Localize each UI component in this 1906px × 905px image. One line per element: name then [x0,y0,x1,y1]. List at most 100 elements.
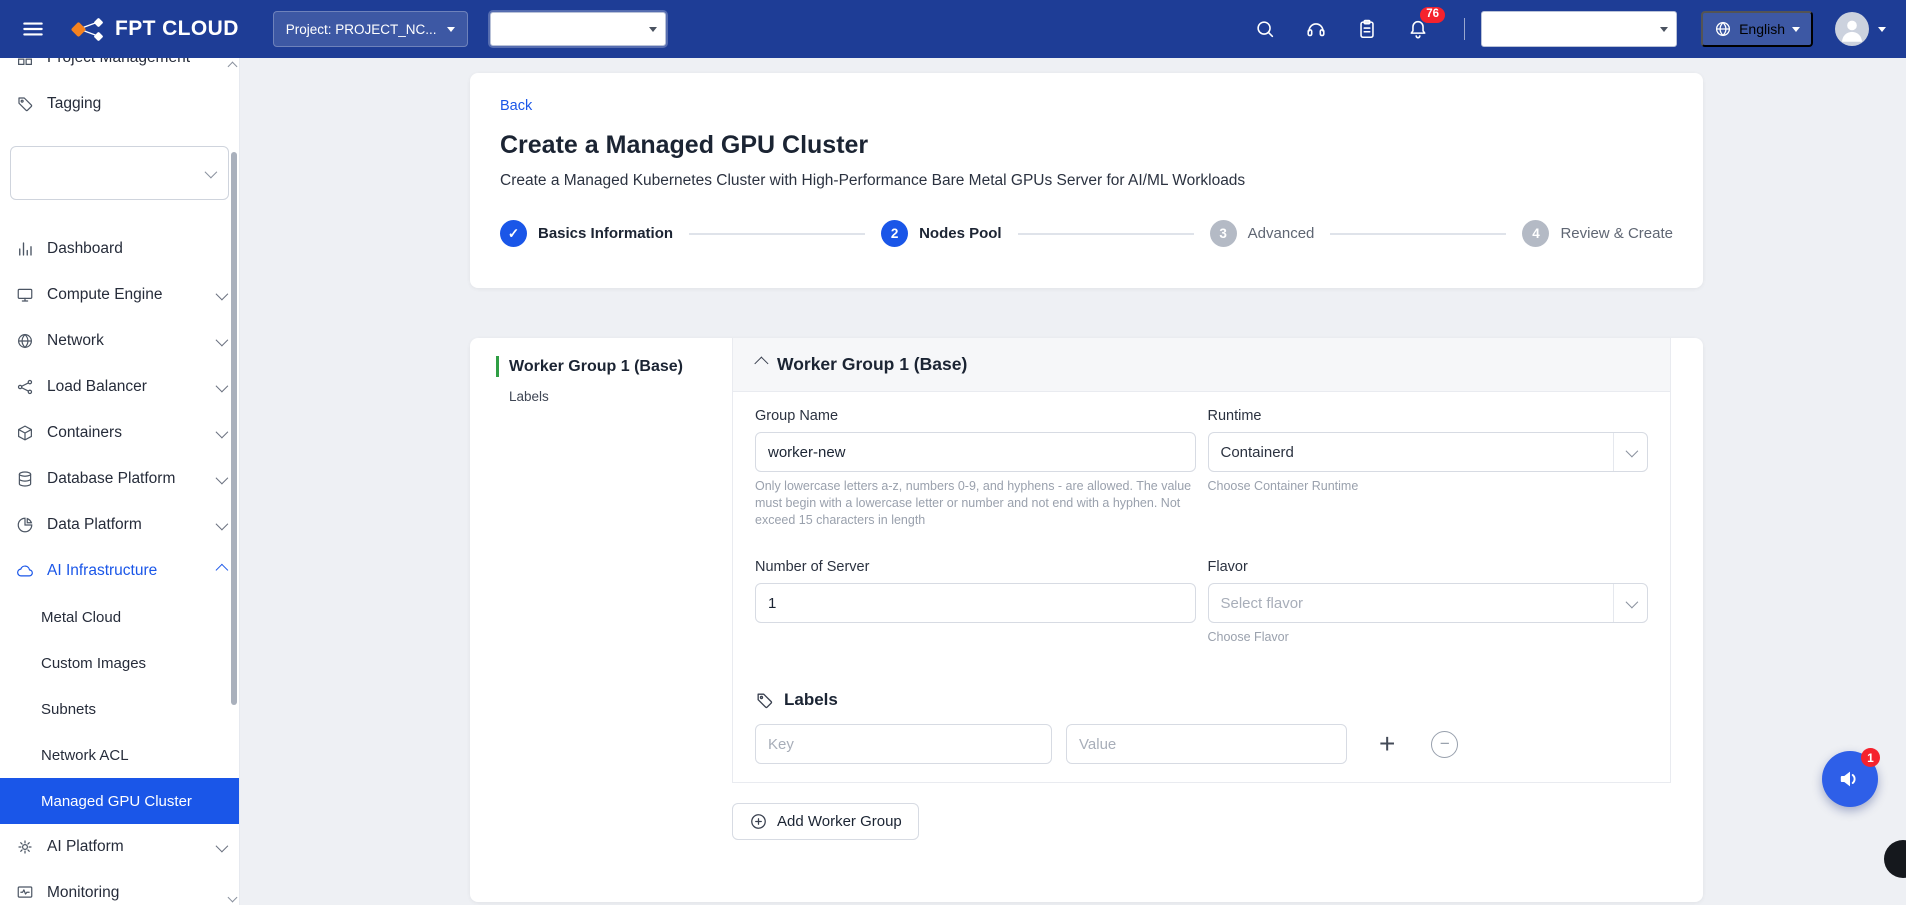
sidebar-item-compute-engine[interactable]: Compute Engine [0,272,239,318]
language-selector[interactable]: English [1701,11,1813,47]
add-label-button[interactable]: + [1379,730,1395,758]
dashboard-icon [16,240,34,258]
search-icon[interactable] [1253,17,1277,41]
announcements-fab[interactable]: 1 [1822,751,1878,807]
monitor-icon [16,286,34,304]
clipboard-icon[interactable] [1355,17,1379,41]
sidebar-item-tagging[interactable]: Tagging [0,81,239,127]
chevron-down-icon [216,471,229,484]
number-of-server-label: Number of Server [755,559,1196,575]
group-name-input[interactable] [755,432,1196,472]
project-selector[interactable]: Project: PROJECT_NC... [273,11,468,47]
chevron-down-icon [216,333,229,346]
topbar-search-select[interactable] [490,12,666,46]
runtime-label: Runtime [1208,408,1649,424]
sidebar-item-dashboard[interactable]: Dashboard [0,226,239,272]
chevron-down-icon [1792,27,1800,32]
worker-group-nav-labels[interactable]: Labels [509,389,732,404]
sidebar-item-network[interactable]: Network [0,318,239,364]
globe-icon [1714,20,1732,38]
megaphone-icon [1837,766,1863,792]
chevron-down-icon [216,287,229,300]
sidebar-item-label: Tagging [47,95,101,113]
sidebar-subitem-label: Metal Cloud [41,609,121,626]
step-basics-information[interactable]: ✓ Basics Information [500,220,673,247]
sidebar-item-label: Dashboard [47,240,123,258]
notification-count-badge: 76 [1420,7,1445,23]
avatar [1835,12,1869,46]
sidebar-subitem-label: Subnets [41,701,96,718]
sidebar-subitem-label: Custom Images [41,655,146,672]
load-balancer-icon [16,378,34,396]
sidebar-item-label: AI Platform [47,838,124,856]
fpt-logo-icon [70,14,106,44]
step-advanced[interactable]: 3 Advanced [1210,220,1315,247]
sidebar-filter-select[interactable] [10,146,229,200]
runtime-field: Runtime Containerd Choose Container Runt… [1208,408,1649,529]
chevron-down-icon [649,27,657,32]
worker-group-section-header[interactable]: Worker Group 1 (Base) [733,338,1670,392]
step-review-create[interactable]: 4 Review & Create [1522,220,1673,247]
add-worker-group-button[interactable]: Add Worker Group [732,803,919,840]
sidebar-item-load-balancer[interactable]: Load Balancer [0,364,239,410]
sidebar-item-label: Data Platform [47,516,142,534]
flavor-helper-text: Choose Flavor [1208,629,1649,646]
sidebar-item-data-platform[interactable]: Data Platform [0,502,239,548]
sidebar-subitem-subnets[interactable]: Subnets [0,686,239,732]
sidebar-item-ai-platform[interactable]: AI Platform [0,824,239,870]
wizard-header-card: Back Create a Managed GPU Cluster Create… [470,73,1703,288]
sidebar-subitem-custom-images[interactable]: Custom Images [0,640,239,686]
flavor-field: Flavor Select flavor Choose Flavor [1208,559,1649,646]
sidebar-subitem-network-acl[interactable]: Network ACL [0,732,239,778]
main-content: Back Create a Managed GPU Cluster Create… [240,58,1906,905]
number-of-server-input[interactable] [755,583,1196,623]
sidebar-item-label: Load Balancer [47,378,147,396]
sidebar-subitem-managed-gpu-cluster[interactable]: Managed GPU Cluster [0,778,239,824]
flavor-select[interactable]: Select flavor [1208,583,1649,623]
chevron-down-icon [1660,27,1668,32]
chevron-down-icon [1878,27,1886,32]
runtime-select[interactable]: Containerd [1208,432,1649,472]
sidebar-item-project-management[interactable]: Project Management [0,58,239,81]
sidebar-item-containers[interactable]: Containers [0,410,239,456]
worker-group-form-column: Worker Group 1 (Base) Group Name Only lo… [732,338,1671,902]
worker-group-section: Worker Group 1 (Base) Group Name Only lo… [732,338,1671,783]
sidebar-item-ai-infrastructure[interactable]: AI Infrastructure [0,548,239,594]
chevron-down-icon [1613,584,1647,622]
label-value-input[interactable] [1066,724,1347,764]
group-name-helper-text: Only lowercase letters a-z, numbers 0-9,… [755,478,1196,529]
sidebar-scrollbar-thumb[interactable] [231,152,237,705]
sidebar: Project Management Tagging Dashboard [0,58,240,905]
support-headset-icon[interactable] [1304,17,1328,41]
chevron-up-icon [216,563,229,576]
fpt-cloud-logo[interactable]: FPT CLOUD [70,14,239,44]
remove-label-button[interactable]: − [1431,731,1458,758]
sidebar-item-label: Network [47,332,104,350]
step-label: Review & Create [1560,225,1673,242]
nodes-pool-card: Worker Group 1 (Base) Labels Worker Grou… [470,338,1703,902]
project-selector-label: Project: PROJECT_NC... [286,22,437,37]
step-label: Advanced [1248,225,1315,242]
tag-icon [16,95,34,113]
back-link[interactable]: Back [500,98,532,114]
user-menu[interactable] [1835,12,1886,46]
step-nodes-pool[interactable]: 2 Nodes Pool [881,220,1002,247]
notifications-bell-icon[interactable]: 76 [1406,17,1430,41]
database-icon [16,470,34,488]
label-key-input[interactable] [755,724,1052,764]
topbar: FPT CLOUD Project: PROJECT_NC... 76 Engl… [0,0,1906,58]
sidebar-scroll-down[interactable] [229,894,236,901]
worker-group-nav-item[interactable]: Worker Group 1 (Base) [496,356,732,377]
check-icon: ✓ [500,220,527,247]
step-connector [1330,233,1506,235]
sidebar-item-database-platform[interactable]: Database Platform [0,456,239,502]
step-label: Nodes Pool [919,225,1002,242]
sidebar-scroll-up[interactable] [229,63,236,70]
topbar-secondary-select[interactable] [1481,11,1677,47]
gear-icon [16,838,34,856]
sidebar-item-monitoring[interactable]: Monitoring [0,870,239,905]
chevron-down-icon [216,425,229,438]
logo-text: FPT CLOUD [115,17,239,41]
hamburger-menu-icon[interactable] [20,16,46,42]
sidebar-subitem-metal-cloud[interactable]: Metal Cloud [0,594,239,640]
